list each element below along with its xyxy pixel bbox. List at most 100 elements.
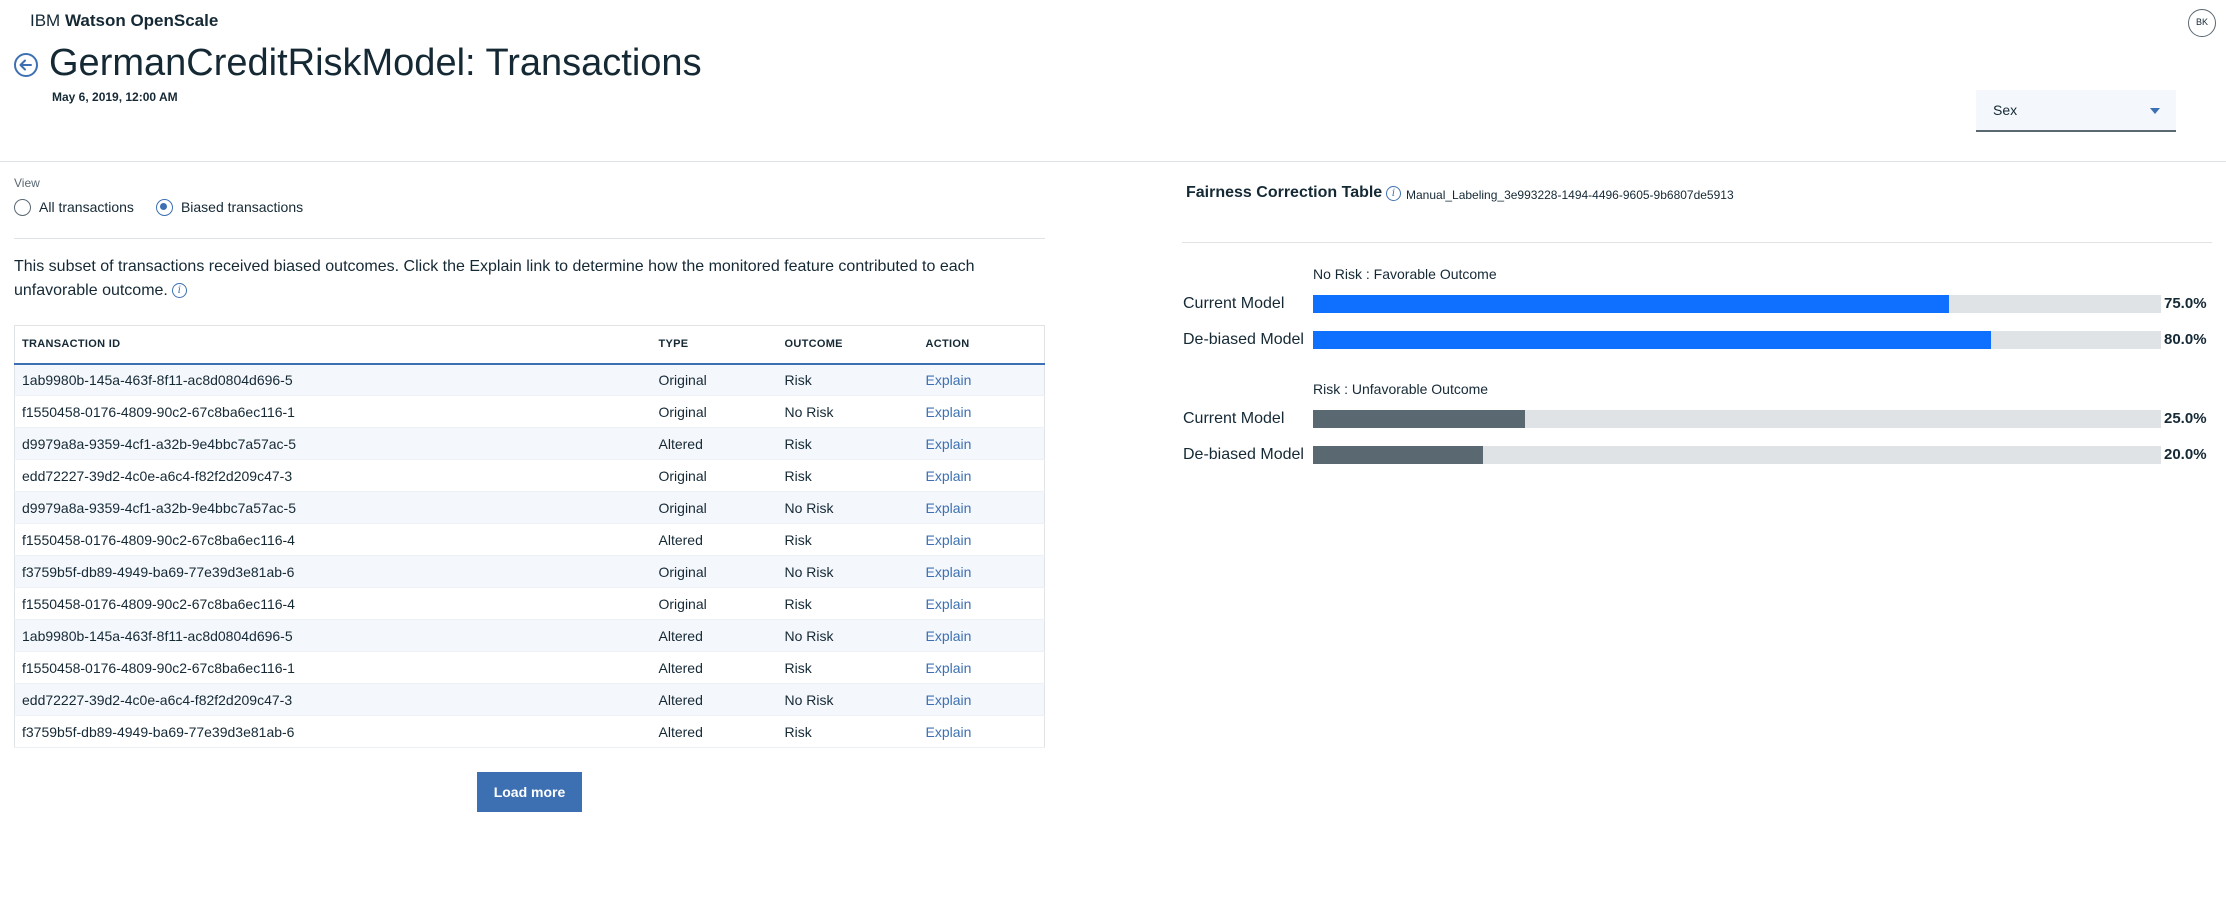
cell-transaction-id: edd72227-39d2-4c0e-a6c4-f82f2d209c47-3	[14, 683, 652, 716]
cell-type: Altered	[651, 619, 778, 652]
brand-logo[interactable]: IBM Watson OpenScale	[30, 11, 218, 31]
model-bar-row: Current Model 25.0%	[1182, 408, 2212, 430]
load-more-button[interactable]: Load more	[477, 772, 582, 812]
bar-track	[1313, 446, 2161, 464]
cell-transaction-id: 1ab9980b-145a-463f-8f11-ac8d0804d696-5	[14, 363, 652, 396]
cell-type: Original	[651, 459, 778, 492]
bar-fill	[1313, 410, 1525, 428]
cell-action: Explain	[918, 651, 1045, 684]
table-row: edd72227-39d2-4c0e-a6c4-f82f2d209c47-3 Or…	[14, 459, 1045, 492]
radio-checked-icon[interactable]	[155, 198, 173, 216]
cell-transaction-id: f1550458-0176-4809-90c2-67c8ba6ec116-1	[14, 651, 652, 684]
cell-action: Explain	[918, 587, 1045, 620]
cell-transaction-id: d9979a8a-9359-4cf1-a32b-9e4bbc7a57ac-5	[14, 427, 652, 460]
table-row: f1550458-0176-4809-90c2-67c8ba6ec116-1 Al…	[14, 651, 1045, 684]
cell-outcome: No Risk	[777, 619, 919, 652]
table-row: f3759b5f-db89-4949-ba69-77e39d3e81ab-6 Al…	[14, 715, 1045, 748]
divider	[1182, 242, 2212, 243]
explain-link[interactable]: Explain	[926, 532, 972, 548]
bar-fill	[1313, 446, 1483, 464]
cell-type: Original	[651, 395, 778, 428]
cell-action: Explain	[918, 491, 1045, 524]
radio-unchecked-icon[interactable]	[14, 198, 31, 216]
bar-fill	[1313, 331, 1992, 349]
cell-type: Original	[651, 363, 778, 396]
table-header-row: TRANSACTION ID TYPE OUTCOME ACTION	[14, 325, 1045, 365]
cell-outcome: Risk	[777, 363, 919, 396]
cell-outcome: Risk	[777, 587, 919, 620]
table-row: f1550458-0176-4809-90c2-67c8ba6ec116-4 Al…	[14, 523, 1045, 556]
cell-type: Altered	[651, 427, 778, 460]
bar-value: 75.0%	[2164, 295, 2207, 312]
table-row: f3759b5f-db89-4949-ba69-77e39d3e81ab-6 Or…	[14, 555, 1045, 588]
explain-link[interactable]: Explain	[926, 372, 972, 388]
info-icon[interactable]: i	[1386, 186, 1401, 201]
cell-type: Original	[651, 491, 778, 524]
cell-transaction-id: 1ab9980b-145a-463f-8f11-ac8d0804d696-5	[14, 619, 652, 652]
model-label: De-biased Model	[1183, 446, 1304, 463]
brand-company: IBM	[30, 11, 61, 30]
intro-text: This subset of transactions received bia…	[14, 255, 1045, 303]
table-row: 1ab9980b-145a-463f-8f11-ac8d0804d696-5 Or…	[14, 363, 1045, 396]
bar-track	[1313, 410, 2161, 428]
cell-outcome: No Risk	[777, 683, 919, 716]
cell-outcome: Risk	[777, 459, 919, 492]
table-row: 1ab9980b-145a-463f-8f11-ac8d0804d696-5 Al…	[14, 619, 1045, 652]
intro-message: This subset of transactions received bia…	[14, 258, 975, 299]
cell-action: Explain	[918, 715, 1045, 748]
user-avatar[interactable]: BK	[2188, 9, 2216, 37]
cell-outcome: Risk	[777, 651, 919, 684]
view-radio-group: All transactions Biased transactions	[14, 196, 1045, 218]
cell-transaction-id: f1550458-0176-4809-90c2-67c8ba6ec116-4	[14, 587, 652, 620]
bar-value: 20.0%	[2164, 446, 2207, 463]
model-bar-row: De-biased Model 20.0%	[1182, 444, 2212, 466]
radio-biased-transactions[interactable]: Biased transactions	[155, 198, 304, 216]
cell-transaction-id: f1550458-0176-4809-90c2-67c8ba6ec116-1	[14, 395, 652, 428]
column-header-action: ACTION	[918, 325, 1045, 365]
cell-action: Explain	[918, 427, 1045, 460]
explain-link[interactable]: Explain	[926, 564, 972, 580]
explain-link[interactable]: Explain	[926, 404, 972, 420]
bar-track	[1313, 295, 2161, 313]
cell-action: Explain	[918, 683, 1045, 716]
model-label: Current Model	[1183, 295, 1285, 312]
cell-type: Altered	[651, 715, 778, 748]
explain-link[interactable]: Explain	[926, 692, 972, 708]
explain-link[interactable]: Explain	[926, 468, 972, 484]
bar-value: 80.0%	[2164, 331, 2207, 348]
cell-transaction-id: f3759b5f-db89-4949-ba69-77e39d3e81ab-6	[14, 555, 652, 588]
cell-outcome: No Risk	[777, 555, 919, 588]
top-bar: IBM Watson OpenScale BK	[0, 0, 2226, 44]
table-row: f1550458-0176-4809-90c2-67c8ba6ec116-4 Or…	[14, 587, 1045, 620]
cell-action: Explain	[918, 619, 1045, 652]
radio-label: Biased transactions	[180, 199, 304, 215]
explain-link[interactable]: Explain	[926, 500, 972, 516]
back-button[interactable]	[13, 52, 39, 78]
explain-link[interactable]: Explain	[926, 628, 972, 644]
explain-link[interactable]: Explain	[926, 724, 972, 740]
radio-all-transactions[interactable]: All transactions	[14, 198, 134, 216]
column-header-transaction-id: TRANSACTION ID	[14, 325, 652, 365]
table-row: d9979a8a-9359-4cf1-a32b-9e4bbc7a57ac-5 Or…	[14, 491, 1045, 524]
view-label: View	[14, 176, 40, 190]
cell-outcome: Risk	[777, 427, 919, 460]
cell-action: Explain	[918, 459, 1045, 492]
explain-link[interactable]: Explain	[926, 596, 972, 612]
explain-link[interactable]: Explain	[926, 436, 972, 452]
explain-link[interactable]: Explain	[926, 660, 972, 676]
table-body: 1ab9980b-145a-463f-8f11-ac8d0804d696-5 Or…	[14, 363, 1045, 748]
page-date: May 6, 2019, 12:00 AM	[52, 90, 178, 104]
cell-transaction-id: f3759b5f-db89-4949-ba69-77e39d3e81ab-6	[14, 715, 652, 748]
fairness-table-id: Manual_Labeling_3e993228-1494-4496-9605-…	[1406, 188, 1734, 202]
info-icon[interactable]: i	[171, 283, 187, 298]
bar-value: 25.0%	[2164, 410, 2207, 427]
column-header-type: TYPE	[651, 325, 778, 365]
cell-outcome: Risk	[777, 523, 919, 556]
cell-action: Explain	[918, 523, 1045, 556]
arrow-left-circle-icon	[14, 53, 38, 77]
cell-outcome: No Risk	[777, 491, 919, 524]
attribute-dropdown[interactable]: Sex	[1976, 90, 2176, 132]
cell-action: Explain	[918, 395, 1045, 428]
column-header-outcome: OUTCOME	[777, 325, 919, 365]
cell-outcome: Risk	[777, 715, 919, 748]
